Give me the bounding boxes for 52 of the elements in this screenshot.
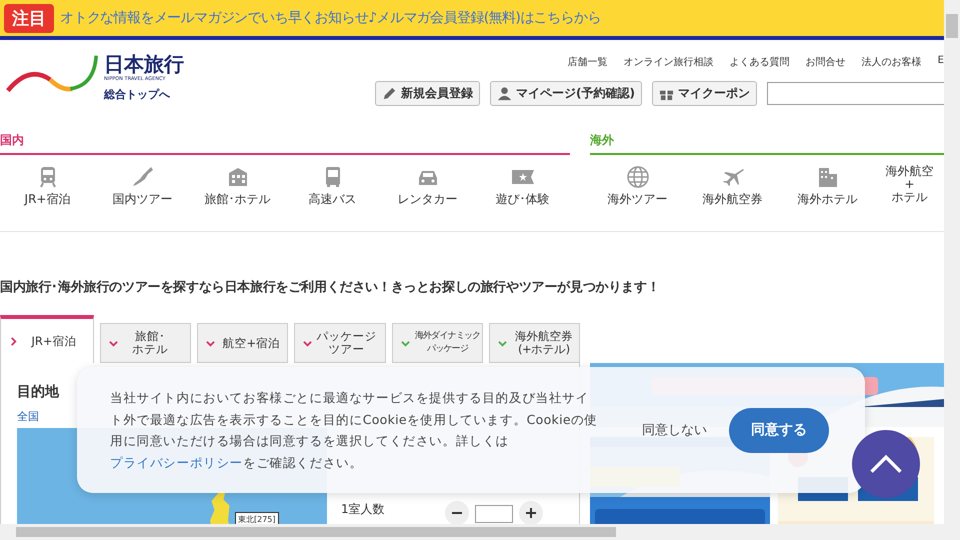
- minus-icon[interactable]: [445, 501, 469, 524]
- search-tab[interactable]: JR+宿泊: [0, 315, 94, 363]
- category-link[interactable]: 海外航空 + ホテル: [886, 165, 934, 204]
- region-link[interactable]: 全国: [17, 409, 39, 424]
- globe-icon[interactable]: [626, 165, 650, 189]
- header-link[interactable]: お問合せ: [798, 55, 854, 69]
- search-tab[interactable]: 海外ダイナミックパッケージ: [392, 323, 483, 363]
- header-button[interactable]: マイクーポン: [652, 81, 757, 106]
- search-tab[interactable]: 旅館･ホテル: [100, 323, 192, 363]
- search-tab[interactable]: パッケージツアー: [294, 323, 386, 363]
- logo-name[interactable]: 日本旅行: [104, 52, 184, 76]
- search-field[interactable]: [767, 82, 944, 105]
- category-link[interactable]: 高速バス: [308, 193, 356, 206]
- header-link[interactable]: 店舗一覧: [560, 55, 616, 69]
- header-link[interactable]: E: [930, 55, 944, 69]
- header-link[interactable]: よくある質問: [722, 55, 798, 69]
- privacy-policy-link[interactable]: プライバシーポリシー: [110, 454, 243, 470]
- search-tab[interactable]: 航空+宿泊: [197, 323, 288, 363]
- search-tab[interactable]: 海外航空券(+ホテル): [488, 323, 580, 363]
- section-heading: 国内: [0, 132, 570, 155]
- category-link[interactable]: 海外ホテル: [798, 193, 858, 206]
- promo-bar[interactable]: 注目 オトクな情報をメールマガジンでいち早くお知らせ♪メルマガ会員登録(無料)はこちらから: [0, 0, 944, 40]
- chevron-up-icon: [869, 453, 903, 475]
- scroll-thumb[interactable]: [946, 14, 958, 38]
- header-button[interactable]: 新規会員登録: [375, 81, 480, 106]
- scroll-thumb[interactable]: [16, 527, 616, 537]
- vertical-scrollbar[interactable]: [944, 0, 960, 524]
- rooms-label: 1室人数: [341, 501, 385, 517]
- person-icon: [497, 86, 512, 101]
- decline-button[interactable]: 同意しない: [638, 417, 711, 443]
- cookie-notice: 当社サイト内においてお客様ごとに最適なサービスを提供する目的及び当社サイト外で最適な広告を表示することを目的にCookieを使用しています。Cookieの使用に同意いただける場合は同意するを選択してください。詳しくは プライバシーポリシー をご確認ください。: [110, 389, 598, 472]
- header-link[interactable]: オンライン旅行相談: [616, 55, 722, 69]
- attention-badge: 注目: [4, 4, 54, 32]
- category-link[interactable]: 旅館･ホテル: [204, 193, 270, 206]
- header-link[interactable]: 法人のお客様: [854, 55, 930, 69]
- accept-button[interactable]: 同意する: [729, 408, 829, 452]
- plus-icon[interactable]: [519, 501, 543, 524]
- section-heading: 海外: [590, 132, 944, 155]
- category-link[interactable]: 遊び･体験: [496, 193, 550, 206]
- top-page-link[interactable]: 総合トップへ: [104, 87, 184, 102]
- horizontal-scrollbar[interactable]: [0, 524, 944, 540]
- headline: 国内旅行･海外旅行のツアーを探すなら日本旅行をご利用ください！きっとお探しの旅行やツアーが見つかります！: [0, 279, 661, 296]
- category-link[interactable]: レンタカー: [398, 193, 458, 206]
- destination-heading: 目的地: [17, 383, 59, 401]
- category-link[interactable]: 国内ツアー: [112, 193, 172, 206]
- category-link[interactable]: JR+宿泊: [24, 193, 70, 206]
- header-button[interactable]: マイページ(予約確認): [490, 81, 642, 106]
- category-link[interactable]: 海外ツアー: [608, 193, 668, 206]
- count-field[interactable]: [475, 505, 513, 523]
- map-label[interactable]: 東北[275]: [235, 512, 279, 524]
- pencil-icon: [382, 86, 398, 101]
- category-link[interactable]: 海外航空券: [702, 193, 762, 206]
